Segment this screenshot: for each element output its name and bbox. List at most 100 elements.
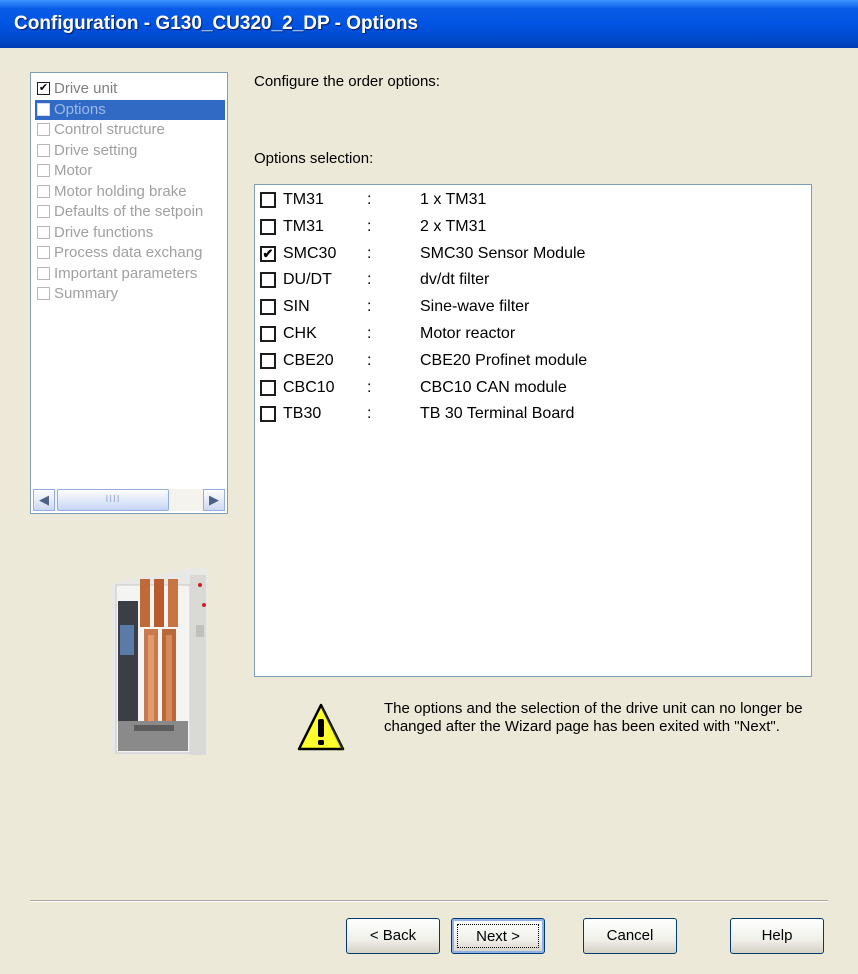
option-row[interactable]: CHK: Motor reactor bbox=[260, 321, 800, 347]
option-checkbox[interactable] bbox=[260, 272, 276, 289]
cancel-button[interactable]: Cancel bbox=[583, 918, 677, 954]
option-row[interactable]: SIN: Sine-wave filter bbox=[260, 294, 800, 320]
wizard-step-label: Drive functions bbox=[54, 223, 154, 241]
wizard-step-item[interactable]: Control structure bbox=[35, 120, 225, 140]
wizard-step-label: Drive setting bbox=[54, 141, 138, 159]
option-separator: : bbox=[367, 298, 372, 316]
option-separator: : bbox=[367, 351, 372, 369]
help-button[interactable]: Help bbox=[730, 918, 824, 954]
option-code: SMC30 bbox=[283, 244, 337, 262]
wizard-step-checkbox bbox=[37, 184, 50, 198]
next-button[interactable]: Next > bbox=[451, 918, 545, 954]
wizard-step-checkbox bbox=[37, 266, 50, 280]
option-description: 2 x TM31 bbox=[420, 217, 487, 235]
option-description: dv/dt filter bbox=[420, 271, 490, 289]
option-code: CHK bbox=[283, 325, 317, 342]
wizard-step-item[interactable]: Motor bbox=[35, 161, 225, 181]
option-description: CBC10 CAN module bbox=[420, 378, 567, 396]
wizard-step-item[interactable]: Defaults of the setpoin bbox=[35, 202, 225, 222]
horizontal-scrollbar[interactable]: ◀ IIII ▶ bbox=[33, 489, 225, 511]
option-checkbox[interactable] bbox=[260, 406, 276, 423]
scroll-thumb[interactable]: IIII bbox=[57, 489, 169, 511]
title-bar[interactable]: Configuration - G130_CU320_2_DP - Option… bbox=[0, 0, 858, 48]
option-code: DU/DT bbox=[283, 271, 332, 289]
option-separator: : bbox=[367, 217, 372, 235]
wizard-step-item[interactable]: Important parameters bbox=[35, 264, 225, 284]
option-checkbox[interactable] bbox=[260, 326, 276, 342]
option-separator: : bbox=[367, 244, 372, 262]
wizard-step-label: Motor holding brake bbox=[54, 182, 187, 200]
intro-text: Configure the order options: bbox=[254, 73, 440, 90]
drive-cabinet-image bbox=[112, 567, 208, 755]
wizard-step-label: Defaults of the setpoin bbox=[54, 203, 204, 220]
option-description: 1 x TM31 bbox=[420, 191, 487, 208]
wizard-step-item[interactable]: Motor holding brake bbox=[35, 182, 225, 202]
wizard-step-label: Options bbox=[54, 100, 106, 118]
wizard-step-checkbox bbox=[37, 164, 50, 177]
option-separator: : bbox=[367, 271, 372, 289]
option-row[interactable]: ✔ SMC30: SMC30 Sensor Module bbox=[260, 241, 800, 267]
wizard-step-checkbox bbox=[37, 205, 50, 218]
wizard-step-item[interactable]: Process data exchang bbox=[35, 243, 225, 263]
wizard-step-checkbox bbox=[37, 246, 50, 259]
wizard-step-label: Drive unit bbox=[54, 80, 118, 97]
option-row[interactable]: TM31: 1 x TM31 bbox=[260, 187, 800, 213]
wizard-step-item[interactable]: Summary bbox=[35, 284, 225, 304]
wizard-step-checkbox bbox=[37, 287, 50, 300]
arrow-left-icon: ◀ bbox=[39, 492, 49, 507]
scroll-left-button[interactable]: ◀ bbox=[33, 489, 55, 511]
configuration-dialog: Configuration - G130_CU320_2_DP - Option… bbox=[0, 0, 858, 974]
wizard-step-item[interactable]: ✔ Drive unit bbox=[35, 79, 225, 99]
option-description: Sine-wave filter bbox=[420, 298, 530, 316]
option-row[interactable]: CBE20: CBE20 Profinet module bbox=[260, 348, 800, 374]
options-list[interactable]: TM31: 1 x TM31 TM31: 2 x TM31 ✔ SMC30: SMC30 S… bbox=[254, 184, 812, 677]
wizard-step-item[interactable]: Drive setting bbox=[35, 141, 225, 161]
wizard-step-list[interactable]: ✔ Drive unit Options Control structure Drive… bbox=[30, 72, 228, 514]
wizard-step-label: Process data exchang bbox=[54, 244, 203, 261]
option-separator: : bbox=[367, 378, 372, 396]
option-checkbox[interactable] bbox=[260, 192, 276, 208]
wizard-step-item[interactable]: Drive functions bbox=[35, 223, 225, 243]
option-row[interactable]: CBC10: CBC10 CAN module bbox=[260, 375, 800, 401]
option-checkbox[interactable]: ✔ bbox=[260, 245, 276, 262]
wizard-step-label: Summary bbox=[54, 285, 119, 302]
wizard-step-label: Motor bbox=[54, 162, 93, 179]
option-description: SMC30 Sensor Module bbox=[420, 244, 586, 262]
scroll-right-button[interactable]: ▶ bbox=[203, 489, 225, 511]
option-row[interactable]: DU/DT: dv/dt filter bbox=[260, 267, 800, 293]
wizard-step-label: Control structure bbox=[54, 121, 165, 138]
option-separator: : bbox=[367, 325, 372, 342]
option-code: CBE20 bbox=[283, 351, 334, 369]
wizard-step-checkbox bbox=[37, 143, 50, 157]
option-code: TM31 bbox=[283, 217, 324, 235]
option-description: Motor reactor bbox=[420, 325, 516, 342]
option-checkbox[interactable] bbox=[260, 379, 276, 396]
option-code: TB30 bbox=[283, 405, 322, 423]
wizard-step-item[interactable]: Options bbox=[35, 99, 225, 120]
option-checkbox[interactable] bbox=[260, 299, 276, 316]
scroll-thumb-grip: IIII bbox=[105, 494, 121, 505]
next-button-label: Next > bbox=[457, 924, 539, 948]
wizard-step-checkbox: ✔ bbox=[37, 82, 50, 95]
option-row[interactable]: TB30: TB 30 Terminal Board bbox=[260, 401, 800, 427]
option-code: SIN bbox=[283, 298, 310, 316]
options-heading: Options selection: bbox=[254, 150, 374, 167]
wizard-step-label: Important parameters bbox=[54, 264, 198, 282]
option-description: TB 30 Terminal Board bbox=[420, 405, 575, 423]
option-separator: : bbox=[367, 405, 372, 423]
wizard-step-checkbox bbox=[37, 225, 50, 239]
option-checkbox[interactable] bbox=[260, 218, 276, 235]
back-button[interactable]: < Back bbox=[346, 918, 440, 954]
option-code: TM31 bbox=[283, 191, 324, 208]
option-checkbox[interactable] bbox=[260, 352, 276, 369]
warning-message: The options and the selection of the dri… bbox=[384, 700, 803, 735]
wizard-step-checkbox bbox=[37, 102, 50, 116]
warning-icon bbox=[297, 703, 345, 751]
option-description: CBE20 Profinet module bbox=[420, 351, 588, 369]
option-code: CBC10 bbox=[283, 378, 335, 396]
option-row[interactable]: TM31: 2 x TM31 bbox=[260, 214, 800, 240]
arrow-right-icon: ▶ bbox=[209, 492, 219, 507]
button-divider bbox=[30, 900, 828, 902]
wizard-step-checkbox bbox=[37, 123, 50, 136]
option-separator: : bbox=[367, 191, 372, 208]
